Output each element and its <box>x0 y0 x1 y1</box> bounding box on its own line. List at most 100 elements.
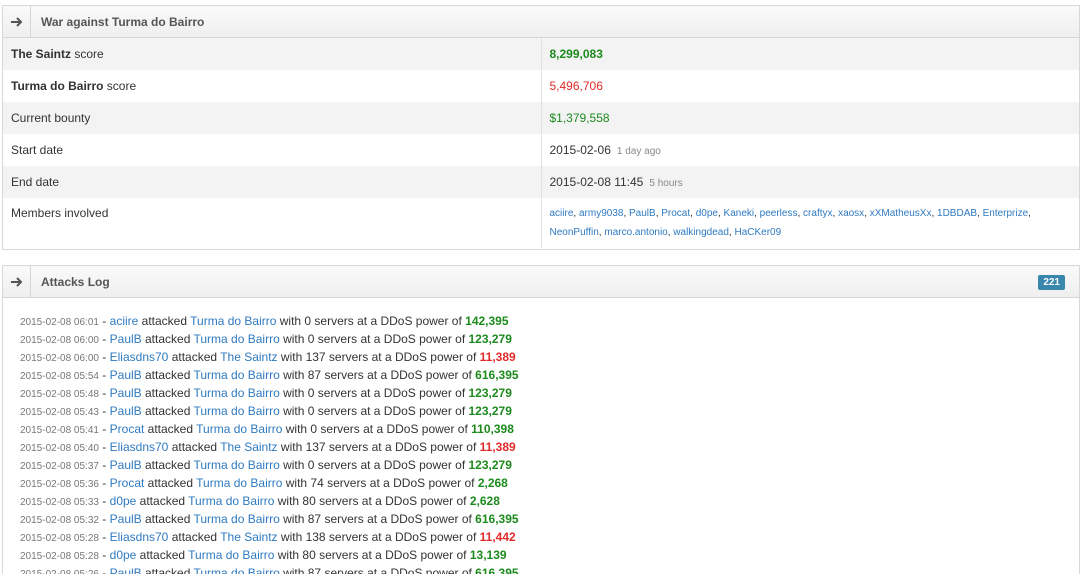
log-timestamp: 2015-02-08 05:36 <box>20 479 99 490</box>
log-timestamp: 2015-02-08 06:00 <box>20 353 99 364</box>
table-row: The Saintz score 8,299,083 <box>3 38 1079 70</box>
attacker-link[interactable]: Eliasdns70 <box>110 530 169 544</box>
attacker-link[interactable]: aciire <box>110 314 139 328</box>
log-timestamp: 2015-02-08 05:54 <box>20 371 99 382</box>
attacker-link[interactable]: Eliasdns70 <box>110 350 169 364</box>
ddos-power-value: 142,395 <box>465 314 509 328</box>
log-entry: 2015-02-08 06:00 - PaulB attacked Turma … <box>20 332 512 346</box>
target-link[interactable]: Turma do Bairro <box>194 566 280 574</box>
target-link[interactable]: Turma do Bairro <box>194 386 280 400</box>
log-timestamp: 2015-02-08 05:28 <box>20 533 99 544</box>
member-link[interactable]: d0pe <box>696 208 718 219</box>
members-value: aciire, army9038, PaulB, Procat, d0pe, K… <box>541 198 1079 248</box>
team2-score: 5,496,706 <box>549 79 603 93</box>
member-link[interactable]: Enterprize <box>983 208 1029 219</box>
attacker-link[interactable]: Procat <box>110 476 145 490</box>
ddos-power-value: 123,279 <box>468 386 512 400</box>
end-date-label: End date <box>3 166 542 198</box>
member-list: aciire, army9038, PaulB, Procat, d0pe, K… <box>549 208 1031 238</box>
end-date: 2015-02-08 11:45 <box>549 175 644 189</box>
table-row: Turma do Bairro score 5,496,706 <box>3 70 1079 102</box>
target-link[interactable]: Turma do Bairro <box>190 314 276 328</box>
attacks-log-title: Attacks Log <box>41 274 110 289</box>
member-link[interactable]: walkingdead <box>673 227 729 238</box>
target-link[interactable]: The Saintz <box>220 440 277 454</box>
member-link[interactable]: 1DBDAB <box>937 208 977 219</box>
arrow-right-icon[interactable] <box>3 265 31 298</box>
member-link[interactable]: xXMatheusXx <box>870 208 932 219</box>
target-link[interactable]: Turma do Bairro <box>194 458 280 472</box>
target-link[interactable]: Turma do Bairro <box>196 422 282 436</box>
start-date-relative: 1 day ago <box>616 146 661 157</box>
target-link[interactable]: The Saintz <box>220 350 277 364</box>
member-link[interactable]: aciire <box>550 208 574 219</box>
log-timestamp: 2015-02-08 05:48 <box>20 389 99 400</box>
score-suffix: score <box>103 79 137 93</box>
member-link[interactable]: army9038 <box>579 208 623 219</box>
target-link[interactable]: Turma do Bairro <box>188 548 274 562</box>
start-date: 2015-02-06 <box>549 143 611 157</box>
attacks-log-header: Attacks Log 221 <box>3 265 1079 298</box>
member-link[interactable]: peerless <box>760 208 798 219</box>
attacker-link[interactable]: PaulB <box>110 512 142 526</box>
log-entry: 2015-02-08 05:43 - PaulB attacked Turma … <box>20 404 512 418</box>
target-link[interactable]: Turma do Bairro <box>194 332 280 346</box>
ddos-power-value: 11,442 <box>479 530 516 544</box>
log-entry: 2015-02-08 06:00 - Eliasdns70 attacked T… <box>20 350 516 364</box>
log-entry: 2015-02-08 05:28 - Eliasdns70 attacked T… <box>20 530 516 544</box>
attacker-link[interactable]: d0pe <box>110 548 137 562</box>
team2-name: Turma do Bairro <box>11 79 104 93</box>
target-link[interactable]: Turma do Bairro <box>194 404 280 418</box>
team1-score-value: 8,299,083 <box>541 38 1079 70</box>
team2-score-label: Turma do Bairro score <box>3 70 542 102</box>
arrow-right-icon[interactable] <box>3 5 31 38</box>
war-panel-header: War against Turma do Bairro <box>3 5 1079 38</box>
log-entry: 2015-02-08 05:37 - PaulB attacked Turma … <box>20 458 512 472</box>
war-panel: War against Turma do Bairro The Saintz s… <box>2 5 1080 250</box>
attacker-link[interactable]: PaulB <box>110 566 142 574</box>
member-link[interactable]: HaCKer09 <box>734 227 781 238</box>
log-entry: 2015-02-08 05:48 - PaulB attacked Turma … <box>20 386 512 400</box>
log-entry: 2015-02-08 05:36 - Procat attacked Turma… <box>20 476 508 490</box>
member-link[interactable]: craftyx <box>803 208 832 219</box>
ddos-power-value: 123,279 <box>468 332 512 346</box>
target-link[interactable]: Turma do Bairro <box>188 494 274 508</box>
target-link[interactable]: Turma do Bairro <box>196 476 282 490</box>
member-link[interactable]: xaosx <box>838 208 864 219</box>
member-link[interactable]: marco.antonio <box>604 227 667 238</box>
members-label: Members involved <box>3 198 542 248</box>
log-entry: 2015-02-08 05:40 - Eliasdns70 attacked T… <box>20 440 516 454</box>
target-link[interactable]: The Saintz <box>220 530 277 544</box>
ddos-power-value: 11,389 <box>479 440 516 454</box>
attacker-link[interactable]: PaulB <box>110 368 142 382</box>
start-date-value: 2015-02-06 1 day ago <box>541 134 1079 166</box>
attacker-link[interactable]: Eliasdns70 <box>110 440 169 454</box>
member-link[interactable]: NeonPuffin <box>550 227 599 238</box>
member-link[interactable]: Kaneki <box>724 208 755 219</box>
member-link[interactable]: Procat <box>661 208 690 219</box>
attacker-link[interactable]: d0pe <box>110 494 137 508</box>
target-link[interactable]: Turma do Bairro <box>194 368 280 382</box>
table-row: End date 2015-02-08 11:45 5 hours <box>3 166 1079 198</box>
end-date-value: 2015-02-08 11:45 5 hours <box>541 166 1079 198</box>
attacker-link[interactable]: PaulB <box>110 386 142 400</box>
log-entry: 2015-02-08 06:01 - aciire attacked Turma… <box>20 314 509 328</box>
attacker-link[interactable]: PaulB <box>110 458 142 472</box>
log-entry: 2015-02-08 05:28 - d0pe attacked Turma d… <box>20 548 507 562</box>
attacker-link[interactable]: Procat <box>110 422 145 436</box>
log-timestamp: 2015-02-08 05:40 <box>20 443 99 454</box>
attacks-log-list: 2015-02-08 06:01 - aciire attacked Turma… <box>3 298 1079 574</box>
log-entry: 2015-02-08 05:33 - d0pe attacked Turma d… <box>20 494 500 508</box>
member-link[interactable]: PaulB <box>629 208 656 219</box>
log-timestamp: 2015-02-08 05:28 <box>20 551 99 562</box>
team2-score-value: 5,496,706 <box>541 70 1079 102</box>
war-title: War against Turma do Bairro <box>41 14 205 29</box>
ddos-power-value: 123,279 <box>468 404 512 418</box>
ddos-power-value: 2,268 <box>477 476 508 490</box>
attacker-link[interactable]: PaulB <box>110 404 142 418</box>
attacker-link[interactable]: PaulB <box>110 332 142 346</box>
log-timestamp: 2015-02-08 05:32 <box>20 515 99 526</box>
target-link[interactable]: Turma do Bairro <box>194 512 280 526</box>
log-timestamp: 2015-02-08 06:00 <box>20 335 99 346</box>
start-date-label: Start date <box>3 134 542 166</box>
